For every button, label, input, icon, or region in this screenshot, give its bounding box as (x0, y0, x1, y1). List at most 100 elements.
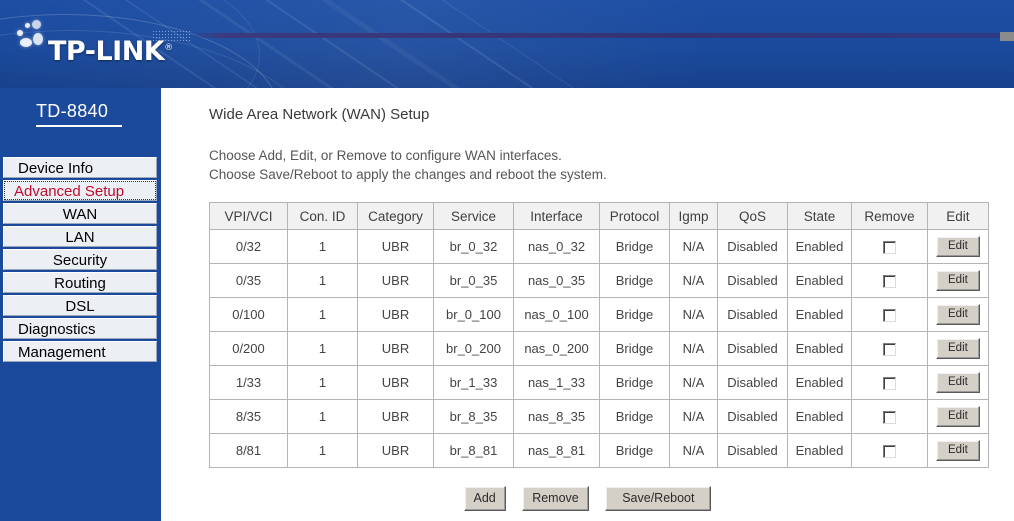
router-admin-page: TP-LINK® TD-8840 Device Info Advanced Se… (0, 0, 1014, 521)
cell-vpi-vci: 0/32 (209, 229, 288, 264)
cell-con-id: 1 (287, 399, 358, 434)
cell-state: Enabled (787, 433, 852, 468)
page-title: Wide Area Network (WAN) Setup (209, 106, 430, 123)
cell-remove (851, 433, 928, 468)
edit-button[interactable]: Edit (936, 269, 980, 292)
page-banner: TP-LINK® (0, 0, 1014, 88)
sidebar-item-management[interactable]: Management (3, 341, 157, 362)
sidebar-item-lan[interactable]: LAN (3, 226, 157, 247)
cell-category: UBR (357, 263, 434, 298)
page-instructions: Choose Add, Edit, or Remove to configure… (209, 146, 607, 184)
cell-igmp: N/A (669, 433, 718, 468)
table-row: 1/33 1 UBR br_1_33 nas_1_33 Bridge N/A Disabled… (209, 365, 989, 400)
remove-checkbox[interactable] (883, 275, 896, 289)
brand-logo-label: TP-LINK (48, 36, 165, 67)
table-row: 8/81 1 UBR br_8_81 nas_8_81 Bridge N/A Disabled… (209, 433, 989, 468)
cell-state: Enabled (787, 229, 852, 264)
remove-checkbox[interactable] (883, 411, 896, 425)
table-row: 0/32 1 UBR br_0_32 nas_0_32 Bridge N/A Disabled… (209, 229, 989, 264)
cell-interface: nas_0_100 (513, 297, 600, 332)
cell-vpi-vci: 0/35 (209, 263, 288, 298)
cell-edit: Edit (927, 263, 989, 298)
instruction-line-2: Choose Save/Reboot to apply the changes … (209, 167, 607, 182)
cell-vpi-vci: 8/81 (209, 433, 288, 468)
cell-qos: Disabled (717, 263, 788, 298)
remove-checkbox[interactable] (883, 343, 896, 357)
sidebar-menu: Device Info Advanced Setup WAN LAN Secur… (3, 157, 157, 364)
cell-remove (851, 399, 928, 434)
table-row: 0/100 1 UBR br_0_100 nas_0_100 Bridge N/A Disab… (209, 297, 989, 332)
remove-button[interactable]: Remove (522, 486, 589, 511)
cell-con-id: 1 (287, 297, 358, 332)
cell-edit: Edit (927, 331, 989, 366)
remove-checkbox[interactable] (883, 377, 896, 391)
cell-category: UBR (357, 229, 434, 264)
cell-category: UBR (357, 365, 434, 400)
edit-button[interactable]: Edit (936, 337, 980, 360)
scrollbar-thumb[interactable] (1000, 32, 1014, 41)
column-header-qos: QoS (717, 202, 788, 230)
cell-con-id: 1 (287, 331, 358, 366)
column-header-category: Category (357, 202, 434, 230)
sidebar-item-diagnostics[interactable]: Diagnostics (3, 318, 157, 339)
device-model-label: TD-8840 (36, 101, 122, 127)
cell-service: br_0_100 (433, 297, 514, 332)
cell-qos: Disabled (717, 229, 788, 264)
edit-button[interactable]: Edit (936, 371, 980, 394)
cell-vpi-vci: 0/100 (209, 297, 288, 332)
column-header-state: State (787, 202, 852, 230)
edit-button[interactable]: Edit (936, 303, 980, 326)
trademark-symbol: ® (164, 43, 173, 53)
column-header-remove: Remove (851, 202, 928, 230)
cell-interface: nas_0_35 (513, 263, 600, 298)
instruction-line-1: Choose Add, Edit, or Remove to configure… (209, 148, 562, 163)
cell-category: UBR (357, 331, 434, 366)
cell-remove (851, 365, 928, 400)
edit-button[interactable]: Edit (936, 235, 980, 258)
add-button[interactable]: Add (463, 486, 506, 511)
save-reboot-button[interactable]: Save/Reboot (605, 486, 712, 511)
cell-igmp: N/A (669, 365, 718, 400)
cell-con-id: 1 (287, 365, 358, 400)
column-header-edit: Edit (927, 202, 989, 230)
cell-edit: Edit (927, 297, 989, 332)
cell-vpi-vci: 8/35 (209, 399, 288, 434)
cell-service: br_0_32 (433, 229, 514, 264)
edit-button[interactable]: Edit (936, 405, 980, 428)
action-button-bar: Add Remove Save/Reboot (161, 486, 1014, 511)
wan-table-container: VPI/VCI Con. ID Category Service Interfa… (209, 202, 989, 468)
remove-checkbox[interactable] (883, 309, 896, 323)
wan-interfaces-table: VPI/VCI Con. ID Category Service Interfa… (209, 202, 989, 468)
column-header-vpi-vci: VPI/VCI (209, 202, 288, 230)
cell-igmp: N/A (669, 399, 718, 434)
column-header-igmp: Igmp (669, 202, 718, 230)
cell-service: br_0_200 (433, 331, 514, 366)
cell-remove (851, 263, 928, 298)
edit-button[interactable]: Edit (936, 439, 980, 462)
cell-remove (851, 229, 928, 264)
cell-interface: nas_0_32 (513, 229, 600, 264)
cell-igmp: N/A (669, 297, 718, 332)
cell-protocol: Bridge (599, 399, 670, 434)
sidebar-item-wan[interactable]: WAN (3, 203, 157, 224)
remove-checkbox[interactable] (883, 241, 896, 255)
column-header-service: Service (433, 202, 514, 230)
cell-category: UBR (357, 297, 434, 332)
cell-con-id: 1 (287, 229, 358, 264)
sidebar-item-routing[interactable]: Routing (3, 272, 157, 293)
sidebar-item-device-info[interactable]: Device Info (3, 157, 157, 178)
table-row: 8/35 1 UBR br_8_35 nas_8_35 Bridge N/A Disabled… (209, 399, 989, 434)
cell-protocol: Bridge (599, 433, 670, 468)
sidebar-item-security[interactable]: Security (3, 249, 157, 270)
column-header-protocol: Protocol (599, 202, 670, 230)
sidebar-item-dsl[interactable]: DSL (3, 295, 157, 316)
remove-checkbox[interactable] (883, 445, 896, 459)
cell-edit: Edit (927, 433, 989, 468)
cell-edit: Edit (927, 229, 989, 264)
cell-state: Enabled (787, 331, 852, 366)
cell-interface: nas_8_35 (513, 399, 600, 434)
banner-purple-stripe (190, 33, 1014, 38)
column-header-con-id: Con. ID (287, 202, 358, 230)
sidebar-item-advanced-setup[interactable]: Advanced Setup (3, 180, 157, 201)
cell-qos: Disabled (717, 297, 788, 332)
